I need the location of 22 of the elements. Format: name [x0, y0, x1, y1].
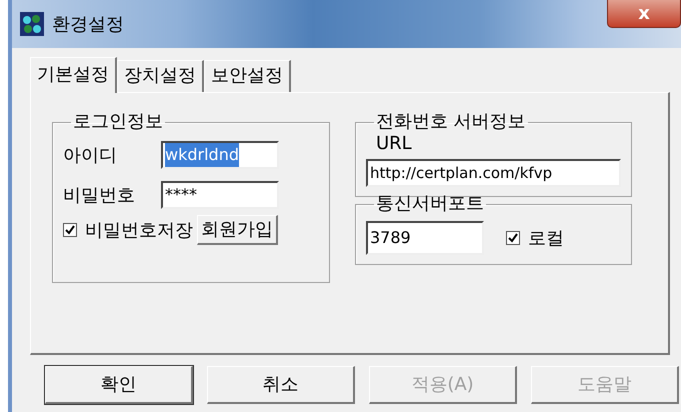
- input-field[interactable]: 3789: [366, 221, 484, 255]
- field-label: 아이디: [63, 144, 118, 168]
- tab[interactable]: 장치설정: [117, 60, 204, 92]
- checkbox-label[interactable]: 비밀번호저장: [85, 216, 193, 244]
- signup-button[interactable]: 회원가입: [197, 215, 278, 245]
- checkbox[interactable]: [63, 223, 77, 237]
- checkbox[interactable]: [506, 231, 520, 245]
- checkbox-label[interactable]: 로컬: [528, 224, 564, 252]
- input-field[interactable]: wkdrldnd: [161, 141, 279, 169]
- group-title: 전화번호 서버정보: [375, 111, 527, 133]
- input-field[interactable]: ****: [161, 181, 279, 209]
- input-field[interactable]: http://certplan.com/kfvp: [366, 159, 621, 187]
- group-title: 로그인정보: [72, 111, 164, 133]
- tab[interactable]: 기본설정: [30, 57, 117, 93]
- app-icon: [20, 12, 44, 36]
- tab[interactable]: 보안설정: [204, 60, 291, 92]
- group-title: 통신서버포트: [375, 193, 485, 215]
- dialog-button[interactable]: 확인: [45, 366, 193, 404]
- field-label: 비밀번호: [63, 184, 136, 208]
- field-label: URL: [376, 133, 413, 155]
- window-title: 환경설정: [52, 12, 124, 36]
- dialog-button[interactable]: 취소: [207, 366, 355, 404]
